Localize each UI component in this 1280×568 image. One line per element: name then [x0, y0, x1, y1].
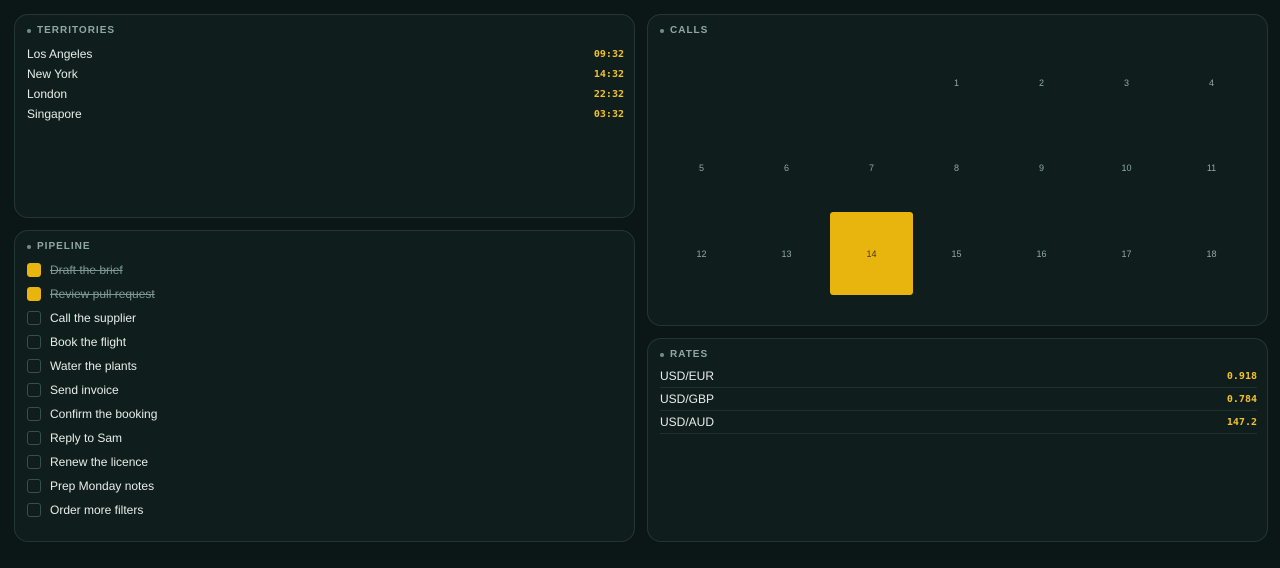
- territory-city: London: [27, 87, 68, 101]
- calendar-day[interactable]: 3: [1085, 41, 1168, 124]
- rate-value: 147.2: [1226, 416, 1257, 428]
- task-checkbox[interactable]: [27, 335, 41, 349]
- territory-row: Los Angeles 09:32: [27, 44, 624, 64]
- pipeline-title: PIPELINE: [27, 241, 91, 252]
- task-label: Call the supplier: [50, 311, 137, 325]
- pipeline-item[interactable]: Review pull request: [27, 282, 157, 306]
- territory-time: 03:32: [593, 108, 624, 120]
- territories-panel: TERRITORIES Los Angeles 09:32 New York 14:3…: [14, 14, 635, 218]
- calendar-day[interactable]: 15: [915, 212, 998, 295]
- calendar-day[interactable]: 1: [915, 41, 998, 124]
- task-label: Water the plants: [50, 359, 137, 373]
- rate-pair: USD/AUD: [660, 415, 715, 429]
- calls-title: CALLS: [660, 25, 708, 36]
- rate-pair: USD/EUR: [660, 369, 715, 383]
- calendar-day[interactable]: 9: [1000, 126, 1083, 209]
- calendar-day[interactable]: 17: [1085, 212, 1168, 295]
- task-label: Send invoice: [50, 383, 119, 397]
- task-label: Confirm the booking: [50, 407, 158, 421]
- pipeline-item[interactable]: Renew the licence: [27, 450, 157, 474]
- pipeline-item[interactable]: Prep Monday notes: [27, 474, 157, 498]
- pipeline-list: Draft the brief Review pull request Call t…: [27, 258, 157, 522]
- task-label: Book the flight: [50, 335, 127, 349]
- territory-city: New York: [27, 67, 78, 81]
- task-checkbox[interactable]: [27, 479, 41, 493]
- task-checkbox[interactable]: [27, 503, 41, 517]
- calendar-day[interactable]: 11: [1170, 126, 1253, 209]
- task-label: Review pull request: [50, 287, 155, 301]
- task-label: Draft the brief: [50, 263, 123, 277]
- rate-row: USD/GBP 0.784: [660, 388, 1257, 411]
- calendar-day[interactable]: 13: [745, 212, 828, 295]
- rate-value: 0.784: [1226, 393, 1257, 405]
- calendar-day[interactable]: 6: [745, 126, 828, 209]
- pipeline-item[interactable]: Confirm the booking: [27, 402, 157, 426]
- task-checkbox[interactable]: [27, 311, 41, 325]
- calendar-day[interactable]: 14: [830, 212, 913, 295]
- territories-title-text: TERRITORIES: [37, 25, 116, 36]
- rate-value: 0.918: [1226, 370, 1257, 382]
- calendar-day[interactable]: 18: [1170, 212, 1253, 295]
- task-label: Reply to Sam: [50, 431, 123, 445]
- task-checkbox[interactable]: [27, 455, 41, 469]
- rate-row: USD/EUR 0.918: [660, 365, 1257, 388]
- bullet-dot-icon: [27, 28, 31, 33]
- pipeline-item[interactable]: Order more filters: [27, 498, 157, 522]
- pipeline-item[interactable]: Water the plants: [27, 354, 157, 378]
- calls-panel: CALLS 1 2 3 4 5 6 7 8 9 10 11 12 13 14 15 16 17 18: [647, 14, 1268, 326]
- territory-time: 14:32: [593, 68, 624, 80]
- calendar-day[interactable]: 5: [660, 126, 743, 209]
- territory-time: 22:32: [593, 88, 624, 100]
- rates-list: USD/EUR 0.918 USD/GBP 0.784 USD/AUD 147.2: [660, 365, 1257, 434]
- pipeline-item[interactable]: Draft the brief: [27, 258, 157, 282]
- calendar-day[interactable]: 10: [1085, 126, 1168, 209]
- territory-time: 09:32: [593, 48, 624, 60]
- pipeline-item[interactable]: Book the flight: [27, 330, 157, 354]
- calendar-day[interactable]: 4: [1170, 41, 1253, 124]
- bullet-dot-icon: [660, 28, 664, 33]
- rates-panel: RATES USD/EUR 0.918 USD/GBP 0.784 USD/AUD 147…: [647, 338, 1268, 542]
- pipeline-title-text: PIPELINE: [37, 241, 91, 252]
- calls-title-text: CALLS: [670, 25, 709, 36]
- pipeline-item[interactable]: Send invoice: [27, 378, 157, 402]
- calendar-day[interactable]: 16: [1000, 212, 1083, 295]
- territories-title: TERRITORIES: [27, 25, 115, 36]
- task-checkbox[interactable]: [27, 287, 41, 301]
- calendar-day[interactable]: 12: [660, 212, 743, 295]
- bullet-dot-icon: [27, 244, 31, 249]
- task-label: Renew the licence: [50, 455, 149, 469]
- task-checkbox[interactable]: [27, 407, 41, 421]
- territories-list: Los Angeles 09:32 New York 14:32 London 22:32…: [27, 44, 624, 124]
- task-checkbox[interactable]: [27, 431, 41, 445]
- calendar-day[interactable]: 7: [830, 126, 913, 209]
- task-checkbox[interactable]: [27, 263, 41, 277]
- task-checkbox[interactable]: [27, 383, 41, 397]
- territory-row: Singapore 03:32: [27, 104, 624, 124]
- pipeline-panel: PIPELINE Draft the brief Review pull requ…: [14, 230, 635, 542]
- pipeline-item[interactable]: Call the supplier: [27, 306, 157, 330]
- task-checkbox[interactable]: [27, 359, 41, 373]
- pipeline-item[interactable]: Reply to Sam: [27, 426, 157, 450]
- rates-title-text: RATES: [670, 349, 709, 360]
- rate-row: USD/AUD 147.2: [660, 411, 1257, 434]
- rate-pair: USD/GBP: [660, 392, 715, 406]
- territory-row: New York 14:32: [27, 64, 624, 84]
- task-label: Prep Monday notes: [50, 479, 155, 493]
- rates-title: RATES: [660, 349, 708, 360]
- calendar-day[interactable]: 2: [1000, 41, 1083, 124]
- territory-city: Singapore: [27, 107, 82, 121]
- calendar-day[interactable]: 8: [915, 126, 998, 209]
- territory-city: Los Angeles: [27, 47, 93, 61]
- bullet-dot-icon: [660, 352, 664, 357]
- task-label: Order more filters: [50, 503, 144, 517]
- territory-row: London 22:32: [27, 84, 624, 104]
